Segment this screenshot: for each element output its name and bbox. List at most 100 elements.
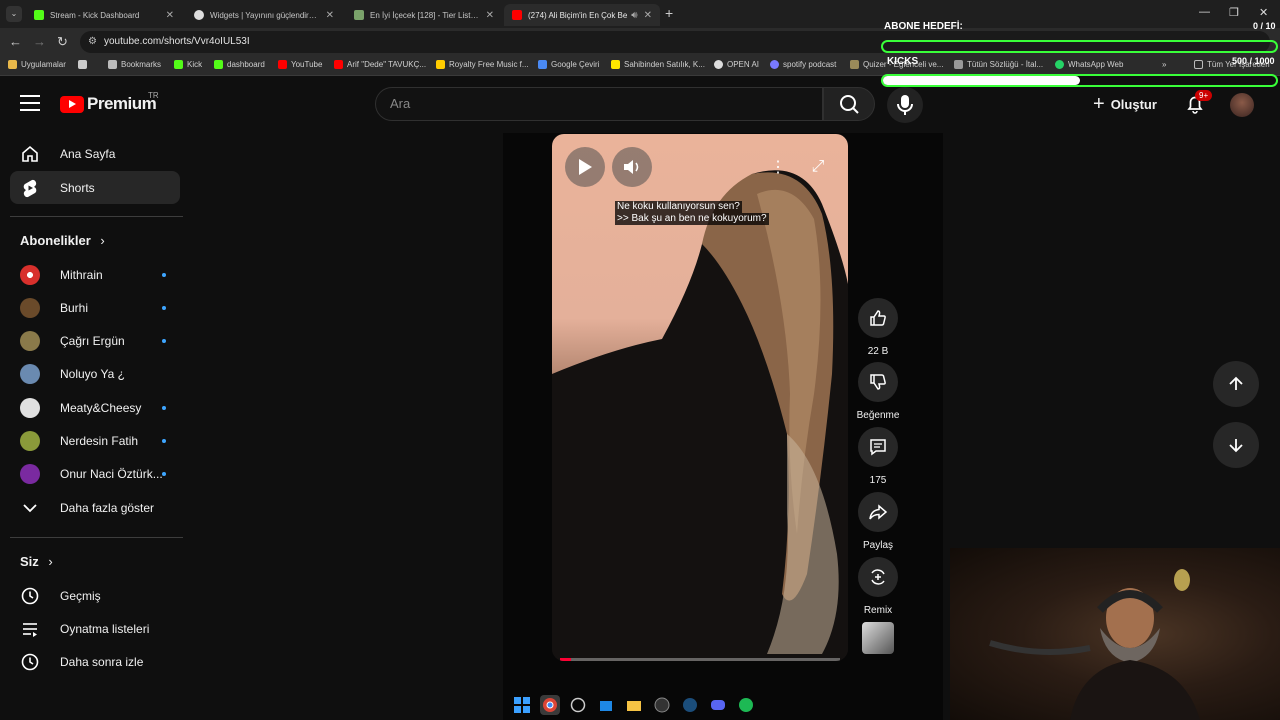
sound-thumbnail[interactable] [862, 622, 894, 654]
dislike-button[interactable]: Beğenme [857, 362, 899, 421]
sidebar-subscription[interactable]: Çağrı Ergün [10, 324, 180, 357]
bookmark-dashboard[interactable]: dashboard [214, 60, 265, 69]
menu-icon[interactable] [20, 95, 40, 111]
browser-tab-youtube-active[interactable]: (274) Ali Biçim'in En Çok Be 🔊︎ ✕ [504, 4, 660, 26]
account-avatar[interactable] [1230, 93, 1254, 117]
you-header[interactable]: Siz › [20, 554, 53, 569]
sidebar-subscription[interactable]: Nerdesin Fatih [10, 424, 180, 457]
bookmark-royalty-free[interactable]: Royalty Free Music f... [436, 60, 529, 69]
play-button[interactable] [565, 147, 605, 187]
country-code: TR [148, 91, 159, 100]
bookmark-kick[interactable]: Kick [174, 60, 202, 69]
search-button[interactable] [823, 87, 875, 121]
channel-name: Noluyo Ya ¿ [60, 366, 125, 381]
close-tab-icon[interactable]: ✕ [166, 10, 174, 21]
remix-button[interactable]: Remix [858, 557, 898, 616]
browser-tab-widgets[interactable]: Widgets | Yayınını güçlendirmek ✕ [186, 4, 342, 26]
browser-tab-tierlist[interactable]: En İyi İçecek [128] - Tier List, Bl ✕ [346, 4, 502, 26]
bookmark-grid[interactable] [78, 60, 91, 69]
create-button[interactable]: + Oluştur [1093, 93, 1157, 116]
shorts-video-player[interactable]: ⋮ ⤢ Ne koku kullanıyorsun sen? >> Bak şu… [552, 134, 848, 661]
spotify-icon[interactable] [736, 695, 756, 715]
sidebar-item-label: Ana Sayfa [60, 146, 116, 161]
video-progress-bar[interactable] [560, 658, 840, 661]
new-content-dot [162, 272, 166, 277]
new-content-dot [162, 438, 166, 443]
webcam-overlay [950, 548, 1280, 720]
windows-start-icon[interactable] [512, 695, 532, 715]
sidebar-subscription[interactable]: Mithrain [10, 258, 180, 291]
back-arrow-icon[interactable]: ← [9, 34, 22, 49]
youtube-logo-icon [60, 95, 84, 113]
new-tab-button[interactable]: + [665, 5, 673, 21]
share-button[interactable]: Paylaş [858, 492, 898, 551]
search-box[interactable] [375, 87, 823, 121]
bookmark-overflow-icon[interactable]: » [1162, 60, 1166, 69]
steam-icon[interactable] [680, 695, 700, 715]
close-tab-icon[interactable]: ✕ [644, 10, 652, 21]
channel-name: Çağrı Ergün [60, 333, 125, 348]
fullscreen-icon[interactable]: ⤢ [798, 147, 838, 187]
video-caption: Ne koku kullanıyorsun sen? >> Bak şu an … [615, 201, 769, 225]
bookmark-spotify-podcast[interactable]: spotify podcast [770, 60, 836, 69]
sidebar-subscription[interactable]: Onur Naci Öztürk... [10, 457, 180, 490]
comments-button[interactable]: 175 [858, 427, 898, 486]
comment-icon [870, 439, 886, 456]
search-input[interactable] [390, 96, 810, 111]
subscriptions-header[interactable]: Abonelikler › [20, 233, 105, 248]
bookmark-whatsapp[interactable]: WhatsApp Web [1055, 60, 1123, 69]
sidebar-item-label: Oynatma listeleri [60, 621, 150, 636]
browser-tab-kick-dashboard[interactable]: Stream - Kick Dashboard ✕ [26, 4, 182, 26]
close-window-icon[interactable]: ✕ [1259, 6, 1268, 19]
obs-icon[interactable] [652, 695, 672, 715]
channel-avatar [20, 264, 40, 285]
close-tab-icon[interactable]: ✕ [486, 10, 494, 21]
voice-search-button[interactable] [887, 87, 923, 123]
apps-icon [8, 60, 17, 69]
thumbs-up-icon [870, 310, 886, 326]
chrome-icon[interactable] [540, 695, 560, 715]
file-explorer-icon[interactable] [624, 695, 644, 715]
sidebar-item-history[interactable]: Geçmiş [10, 579, 180, 612]
sidebar-subscription[interactable]: Meaty&Cheesy [10, 391, 180, 424]
restore-icon[interactable]: ❐ [1229, 6, 1239, 19]
bookmark-arif-dede[interactable]: Arif "Dede" TAVUKÇ... [334, 60, 426, 69]
tab-search-icon[interactable]: ⌄ [6, 6, 22, 22]
show-more-button[interactable]: Daha fazla göster [10, 491, 180, 524]
like-button[interactable]: 22 B [858, 298, 898, 357]
bookmark-openai[interactable]: OPEN AI [714, 60, 759, 69]
bookmark-sahibinden[interactable]: Sahibinden Satılık, K... [611, 60, 705, 69]
youtube-premium-logo[interactable]: Premium TR [60, 91, 159, 114]
new-content-dot [162, 405, 166, 410]
more-options-icon[interactable]: ⋮ [758, 147, 798, 187]
bookmark-youtube[interactable]: YouTube [278, 60, 322, 69]
sidebar-subscription[interactable]: Burhi [10, 291, 180, 324]
bookmark-google-translate[interactable]: Google Çeviri [538, 60, 599, 69]
bookmark-apps[interactable]: Uygulamalar [8, 60, 66, 69]
sidebar-item-watch-later[interactable]: Daha sonra izle [10, 645, 180, 678]
site-info-icon[interactable]: ⚙ [88, 36, 97, 47]
reload-icon[interactable]: ↻ [57, 34, 68, 50]
volume-button[interactable] [612, 147, 652, 187]
bookmark-bookmarks[interactable]: Bookmarks [108, 60, 161, 69]
store-icon[interactable] [596, 695, 616, 715]
playlist-icon [23, 622, 37, 637]
subscriber-goal-count: 0 / 10 [1253, 21, 1276, 31]
create-label: Oluştur [1110, 97, 1157, 112]
bookmark-tutun-sozlugu[interactable]: Tütün Sözlüğü - İtal... [954, 60, 1043, 69]
sidebar-subscription[interactable]: Noluyo Ya ¿ [10, 357, 180, 390]
speaker-icon[interactable]: 🔊︎ [631, 10, 637, 21]
sidebar-item-label: Daha sonra izle [60, 654, 144, 669]
sidebar-item-playlists[interactable]: Oynatma listeleri [10, 612, 180, 645]
sidebar-item-home[interactable]: Ana Sayfa [10, 137, 180, 170]
close-tab-icon[interactable]: ✕ [326, 10, 334, 21]
thumbs-down-icon [870, 374, 886, 390]
channel-avatar [20, 463, 40, 484]
discord-icon[interactable] [708, 695, 728, 715]
clock-app-icon[interactable] [568, 695, 588, 715]
previous-short-button[interactable] [1213, 361, 1259, 407]
next-short-button[interactable] [1213, 422, 1259, 468]
minimize-icon[interactable]: — [1199, 6, 1210, 18]
forward-arrow-icon[interactable]: → [33, 34, 46, 49]
sidebar-item-shorts[interactable]: Shorts [10, 171, 180, 204]
